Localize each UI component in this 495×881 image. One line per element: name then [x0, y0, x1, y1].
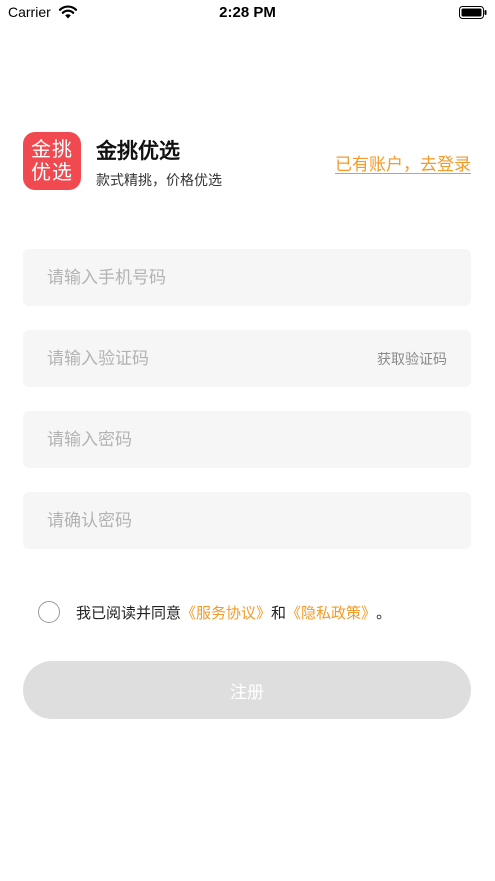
code-field: 获取验证码 [23, 330, 471, 387]
service-agreement-link[interactable]: 《服务协议》 [181, 602, 271, 623]
logo-line-2: 优选 [31, 160, 73, 184]
phone-input[interactable] [23, 249, 471, 306]
status-time: 2:28 PM [219, 4, 276, 21]
confirm-password-field [23, 492, 471, 549]
password-input[interactable] [23, 411, 471, 468]
agreement-prefix: 我已阅读并同意 [76, 603, 182, 622]
app-logo: 金挑 优选 [23, 132, 81, 190]
phone-field [23, 249, 471, 306]
confirm-password-input[interactable] [23, 492, 471, 549]
go-login-link[interactable]: 已有账户，去登录 [335, 150, 471, 175]
logo-line-1: 金挑 [31, 137, 73, 161]
privacy-policy-link[interactable]: 《隐私政策》 [286, 602, 376, 623]
password-field [23, 411, 471, 468]
agreement-conjunction: 和 [271, 603, 287, 622]
register-button[interactable]: 注册 [23, 661, 471, 719]
agreement-row: 我已阅读并同意 《服务协议》 和 《隐私政策》 。 [38, 600, 391, 624]
get-code-button[interactable]: 获取验证码 [377, 349, 447, 369]
status-bar: Carrier 2:28 PM [0, 0, 495, 26]
app-slogan: 款式精挑，价格优选 [96, 173, 222, 189]
agreement-suffix: 。 [376, 603, 392, 622]
agreement-checkbox[interactable] [38, 601, 60, 623]
battery-icon [459, 6, 487, 19]
app-name: 金挑优选 [96, 139, 180, 163]
